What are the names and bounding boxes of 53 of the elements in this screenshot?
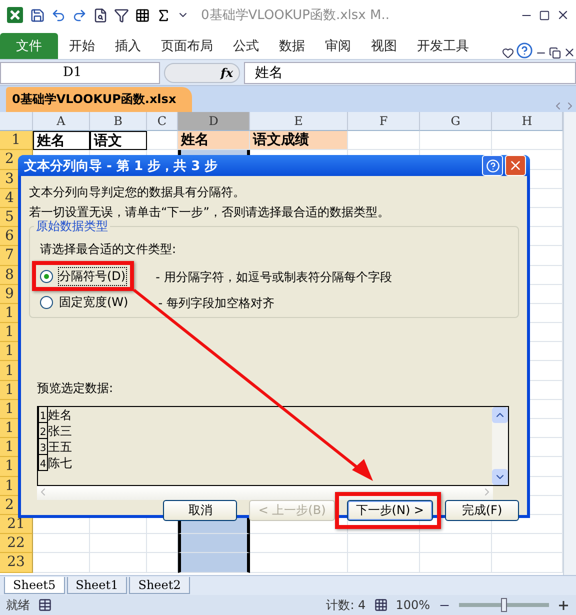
ribbon-tab[interactable]: 审阅: [316, 33, 360, 59]
count-text: 计数: 4: [326, 596, 366, 614]
row-header[interactable]: 22: [0, 534, 33, 554]
preview-row: 陈七: [48, 455, 72, 471]
ribbon-tab[interactable]: 开始: [60, 33, 104, 59]
name-box[interactable]: D1: [0, 62, 160, 84]
formula-field[interactable]: 姓名: [244, 62, 576, 84]
sheet-tab[interactable]: Sheet2: [129, 577, 190, 594]
sheet-tab[interactable]: Sheet1: [66, 577, 128, 594]
ribbon-tab[interactable]: 公式: [224, 33, 268, 59]
insert-function-button[interactable]: fx: [164, 62, 240, 82]
row-header[interactable]: 1: [0, 131, 33, 150]
table-cell: 语文: [90, 131, 147, 150]
table-cell: 姓名: [178, 131, 250, 150]
option-label[interactable]: 固定宽度(W): [59, 294, 128, 311]
option-description: - 用分隔字符，如逗号或制表符分隔每个字段: [156, 268, 392, 284]
column-header[interactable]: H: [492, 112, 563, 132]
column-header[interactable]: C: [147, 112, 178, 132]
window-title: 0基础学VLOOKUP函数.xlsx M..: [201, 7, 390, 24]
ribbon-tab[interactable]: 视图: [362, 33, 406, 59]
preview-row: 张三: [48, 423, 72, 439]
ribbon-tab[interactable]: 插入: [106, 33, 150, 59]
line-number: 2: [38, 423, 48, 439]
ribbon-tab[interactable]: 数据: [270, 33, 314, 59]
preview-row: 王五: [48, 439, 72, 455]
dialog-button[interactable]: 完成(F): [445, 500, 519, 521]
table-cell: 姓名: [33, 131, 90, 150]
zoom-text: 100%: [396, 598, 430, 612]
column-header[interactable]: F: [348, 112, 420, 132]
line-number: 3: [38, 439, 48, 455]
group-title: 原始数据类型: [34, 218, 110, 235]
column-header[interactable]: G: [420, 112, 492, 132]
line-number: 4: [38, 455, 48, 471]
option-label[interactable]: 分隔符号(D): [59, 268, 126, 285]
ribbon-tab[interactable]: 页面布局: [152, 33, 222, 59]
row-header[interactable]: 23: [0, 553, 33, 572]
column-header[interactable]: E: [250, 112, 348, 132]
column-header[interactable]: D: [178, 112, 250, 132]
dialog-button[interactable]: 下一步(N) >: [346, 500, 433, 521]
preview-label: 预览选定数据:: [37, 380, 114, 397]
preview-row: 姓名: [48, 407, 72, 423]
sheet-tab[interactable]: Sheet5: [4, 577, 65, 594]
file-tab[interactable]: 文件: [0, 33, 58, 59]
workbook-tab[interactable]: 0基础学VLOOKUP函数.xlsx: [6, 87, 192, 112]
prompt-text: 请选择最合适的文件类型:: [40, 241, 178, 258]
status-text: 就绪: [6, 596, 30, 614]
column-header[interactable]: A: [33, 112, 90, 132]
column-header[interactable]: B: [90, 112, 147, 132]
table-cell: 语文成绩: [250, 131, 348, 150]
line-number: 1: [38, 407, 48, 423]
dialog-button[interactable]: 取消: [163, 500, 238, 521]
ribbon-tab[interactable]: 开发工具: [408, 33, 478, 59]
option-description: - 每列字段加空格对齐: [158, 294, 274, 310]
